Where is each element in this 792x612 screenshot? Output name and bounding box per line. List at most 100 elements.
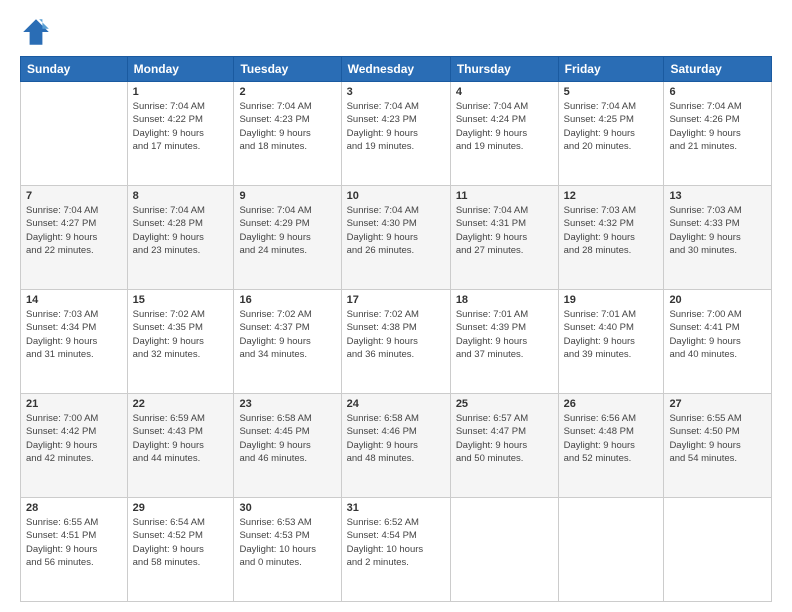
day-number: 10 — [347, 190, 445, 202]
day-info: Sunrise: 7:02 AMSunset: 4:38 PMDaylight:… — [347, 308, 445, 361]
day-info: Sunrise: 7:02 AMSunset: 4:35 PMDaylight:… — [133, 308, 229, 361]
calendar-cell — [664, 498, 772, 602]
day-number: 22 — [133, 398, 229, 410]
calendar-cell: 2 Sunrise: 7:04 AMSunset: 4:23 PMDaylight… — [234, 82, 341, 186]
day-number: 2 — [239, 86, 335, 98]
calendar-cell: 17 Sunrise: 7:02 AMSunset: 4:38 PMDayligh… — [341, 290, 450, 394]
calendar-cell: 7 Sunrise: 7:04 AMSunset: 4:27 PMDaylight… — [21, 186, 128, 290]
day-number: 21 — [26, 398, 122, 410]
calendar-cell — [558, 498, 664, 602]
day-number: 18 — [456, 294, 553, 306]
day-number: 31 — [347, 502, 445, 514]
calendar-cell: 20 Sunrise: 7:00 AMSunset: 4:41 PMDayligh… — [664, 290, 772, 394]
calendar-cell: 25 Sunrise: 6:57 AMSunset: 4:47 PMDayligh… — [450, 394, 558, 498]
calendar-cell: 27 Sunrise: 6:55 AMSunset: 4:50 PMDayligh… — [664, 394, 772, 498]
calendar-cell: 24 Sunrise: 6:58 AMSunset: 4:46 PMDayligh… — [341, 394, 450, 498]
day-info: Sunrise: 6:53 AMSunset: 4:53 PMDaylight:… — [239, 516, 335, 569]
calendar-cell: 26 Sunrise: 6:56 AMSunset: 4:48 PMDayligh… — [558, 394, 664, 498]
day-info: Sunrise: 7:04 AMSunset: 4:26 PMDaylight:… — [669, 100, 766, 153]
day-info: Sunrise: 6:57 AMSunset: 4:47 PMDaylight:… — [456, 412, 553, 465]
day-number: 9 — [239, 190, 335, 202]
calendar-cell: 21 Sunrise: 7:00 AMSunset: 4:42 PMDayligh… — [21, 394, 128, 498]
day-number: 27 — [669, 398, 766, 410]
calendar-cell: 13 Sunrise: 7:03 AMSunset: 4:33 PMDayligh… — [664, 186, 772, 290]
calendar-cell — [21, 82, 128, 186]
day-number: 17 — [347, 294, 445, 306]
day-number: 25 — [456, 398, 553, 410]
day-number: 12 — [564, 190, 659, 202]
day-number: 16 — [239, 294, 335, 306]
day-info: Sunrise: 7:04 AMSunset: 4:27 PMDaylight:… — [26, 204, 122, 257]
day-number: 23 — [239, 398, 335, 410]
day-info: Sunrise: 6:58 AMSunset: 4:45 PMDaylight:… — [239, 412, 335, 465]
day-info: Sunrise: 6:55 AMSunset: 4:51 PMDaylight:… — [26, 516, 122, 569]
calendar-cell: 19 Sunrise: 7:01 AMSunset: 4:40 PMDayligh… — [558, 290, 664, 394]
day-number: 4 — [456, 86, 553, 98]
calendar-table: SundayMondayTuesdayWednesdayThursdayFrid… — [20, 56, 772, 602]
day-info: Sunrise: 7:02 AMSunset: 4:37 PMDaylight:… — [239, 308, 335, 361]
calendar-cell: 8 Sunrise: 7:04 AMSunset: 4:28 PMDaylight… — [127, 186, 234, 290]
calendar-cell: 14Sunrise: 7:03 AMSunset: 4:34 PMDayligh… — [21, 290, 128, 394]
day-info: Sunrise: 7:04 AMSunset: 4:24 PMDaylight:… — [456, 100, 553, 153]
day-info: Sunrise: 6:56 AMSunset: 4:48 PMDaylight:… — [564, 412, 659, 465]
calendar-cell: 31 Sunrise: 6:52 AMSunset: 4:54 PMDayligh… — [341, 498, 450, 602]
day-header: Wednesday — [341, 57, 450, 82]
day-number: 1 — [133, 86, 229, 98]
day-number: 13 — [669, 190, 766, 202]
day-number: 7 — [26, 190, 122, 202]
day-number: 26 — [564, 398, 659, 410]
day-info: Sunrise: 7:04 AMSunset: 4:29 PMDaylight:… — [239, 204, 335, 257]
day-number: 20 — [669, 294, 766, 306]
day-info: Sunrise: 7:03 AMSunset: 4:33 PMDaylight:… — [669, 204, 766, 257]
day-number: 3 — [347, 86, 445, 98]
day-info: Sunrise: 7:04 AMSunset: 4:31 PMDaylight:… — [456, 204, 553, 257]
day-info: Sunrise: 6:52 AMSunset: 4:54 PMDaylight:… — [347, 516, 445, 569]
day-info: Sunrise: 7:04 AMSunset: 4:28 PMDaylight:… — [133, 204, 229, 257]
calendar-cell — [450, 498, 558, 602]
header — [20, 16, 772, 48]
day-number: 19 — [564, 294, 659, 306]
day-info: Sunrise: 7:01 AMSunset: 4:40 PMDaylight:… — [564, 308, 659, 361]
day-number: 14 — [26, 294, 122, 306]
day-header: Thursday — [450, 57, 558, 82]
logo — [20, 16, 56, 48]
day-info: Sunrise: 7:00 AMSunset: 4:41 PMDaylight:… — [669, 308, 766, 361]
day-header: Friday — [558, 57, 664, 82]
day-info: Sunrise: 7:01 AMSunset: 4:39 PMDaylight:… — [456, 308, 553, 361]
calendar-cell: 22Sunrise: 6:59 AMSunset: 4:43 PMDayligh… — [127, 394, 234, 498]
calendar-cell: 12Sunrise: 7:03 AMSunset: 4:32 PMDayligh… — [558, 186, 664, 290]
calendar-cell: 5 Sunrise: 7:04 AMSunset: 4:25 PMDaylight… — [558, 82, 664, 186]
calendar-cell: 15Sunrise: 7:02 AMSunset: 4:35 PMDayligh… — [127, 290, 234, 394]
day-number: 5 — [564, 86, 659, 98]
day-number: 6 — [669, 86, 766, 98]
calendar-cell: 6 Sunrise: 7:04 AMSunset: 4:26 PMDaylight… — [664, 82, 772, 186]
calendar-cell: 3 Sunrise: 7:04 AMSunset: 4:23 PMDaylight… — [341, 82, 450, 186]
day-number: 24 — [347, 398, 445, 410]
calendar-cell: 16 Sunrise: 7:02 AMSunset: 4:37 PMDayligh… — [234, 290, 341, 394]
calendar-cell: 30 Sunrise: 6:53 AMSunset: 4:53 PMDayligh… — [234, 498, 341, 602]
day-number: 29 — [133, 502, 229, 514]
day-info: Sunrise: 7:04 AMSunset: 4:23 PMDaylight:… — [239, 100, 335, 153]
day-number: 30 — [239, 502, 335, 514]
day-info: Sunrise: 7:04 AMSunset: 4:30 PMDaylight:… — [347, 204, 445, 257]
calendar-cell: 1 Sunrise: 7:04 AMSunset: 4:22 PMDaylight… — [127, 82, 234, 186]
day-header: Sunday — [21, 57, 128, 82]
day-info: Sunrise: 7:04 AMSunset: 4:22 PMDaylight:… — [133, 100, 229, 153]
calendar-cell: 4 Sunrise: 7:04 AMSunset: 4:24 PMDaylight… — [450, 82, 558, 186]
day-info: Sunrise: 7:04 AMSunset: 4:25 PMDaylight:… — [564, 100, 659, 153]
day-number: 28 — [26, 502, 122, 514]
calendar-cell: 9 Sunrise: 7:04 AMSunset: 4:29 PMDaylight… — [234, 186, 341, 290]
calendar-cell: 23 Sunrise: 6:58 AMSunset: 4:45 PMDayligh… — [234, 394, 341, 498]
day-info: Sunrise: 6:55 AMSunset: 4:50 PMDaylight:… — [669, 412, 766, 465]
page: SundayMondayTuesdayWednesdayThursdayFrid… — [0, 0, 792, 612]
day-header: Monday — [127, 57, 234, 82]
day-info: Sunrise: 7:00 AMSunset: 4:42 PMDaylight:… — [26, 412, 122, 465]
day-info: Sunrise: 6:54 AMSunset: 4:52 PMDaylight:… — [133, 516, 229, 569]
day-number: 8 — [133, 190, 229, 202]
calendar-cell: 18 Sunrise: 7:01 AMSunset: 4:39 PMDayligh… — [450, 290, 558, 394]
day-info: Sunrise: 6:58 AMSunset: 4:46 PMDaylight:… — [347, 412, 445, 465]
calendar-cell: 29 Sunrise: 6:54 AMSunset: 4:52 PMDayligh… — [127, 498, 234, 602]
calendar-cell: 28 Sunrise: 6:55 AMSunset: 4:51 PMDayligh… — [21, 498, 128, 602]
day-info: Sunrise: 7:04 AMSunset: 4:23 PMDaylight:… — [347, 100, 445, 153]
calendar-cell: 11Sunrise: 7:04 AMSunset: 4:31 PMDayligh… — [450, 186, 558, 290]
